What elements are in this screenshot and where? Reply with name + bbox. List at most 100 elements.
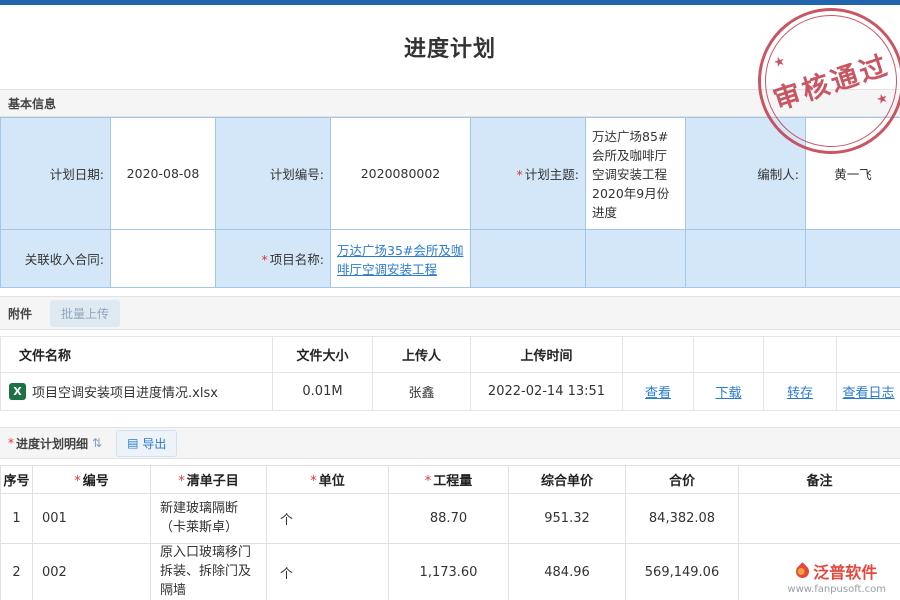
file-size: 0.01M <box>273 373 373 411</box>
page-title: 进度计划 <box>404 31 496 63</box>
col-seq: 序号 <box>1 466 33 494</box>
required-mark: * <box>425 474 432 489</box>
vendor-name: 泛普软件 <box>813 559 877 583</box>
cell-unit: 个 <box>267 494 389 544</box>
col-total-label: 合价 <box>669 474 695 489</box>
basic-info-section-header: 基本信息 <box>0 89 900 117</box>
file-action-cell: 查看 <box>623 373 694 411</box>
cell-total: 84,382.08 <box>626 494 739 544</box>
detail-section-header: * 进度计划明细 ⇅ ▤ 导出 <box>0 427 900 459</box>
col-remark-label: 备注 <box>806 474 832 489</box>
author-label-cell: 编制人: <box>686 118 806 230</box>
cell-unit: 个 <box>267 544 389 600</box>
project-label: 项目名称: <box>270 252 324 267</box>
col-price-label: 综合单价 <box>541 474 593 489</box>
contract-label: 关联收入合同: <box>25 252 104 267</box>
col-uploader: 上传人 <box>373 337 471 373</box>
col-total: 合价 <box>626 466 739 494</box>
subject-value: 万达广场85#会所及咖啡厅空调安装工程2020年9月份进度 <box>586 118 686 230</box>
detail-table: 序号 *编号 *清单子目 *单位 *工程量 综合单价 合价 备注 1 001 新… <box>0 465 900 600</box>
spacer <box>0 288 900 296</box>
excel-file-icon: X <box>9 383 26 400</box>
contract-value <box>111 230 216 288</box>
attachments-section-header: 附件 批量上传 <box>0 296 900 330</box>
required-mark: * <box>74 474 81 489</box>
download-link[interactable]: 下载 <box>715 386 741 401</box>
vendor-url: www.fanpusoft.com <box>787 584 886 595</box>
cell-total: 569,149.06 <box>626 544 739 600</box>
project-label-cell: *项目名称: <box>216 230 331 288</box>
col-qty-label: 工程量 <box>433 474 472 489</box>
plan-date-label-cell: 计划日期: <box>1 118 111 230</box>
col-actions <box>764 337 837 373</box>
required-mark: * <box>310 474 317 489</box>
view-link[interactable]: 查看 <box>645 386 671 401</box>
project-value-cell: 万达广场35#会所及咖啡厅空调安装工程 <box>331 230 471 288</box>
file-name-cell: X 项目空调安装项目进度情况.xlsx <box>1 373 273 411</box>
progress-plan-page: 进度计划 ★ ★ 审核通过 基本信息 计划日期: 2020-08-08 计划编号… <box>0 0 900 600</box>
col-file-name: 文件名称 <box>1 337 273 373</box>
plan-no-label-cell: 计划编号: <box>216 118 331 230</box>
title-area: 进度计划 <box>0 5 900 89</box>
attachments-header-row: 文件名称 文件大小 上传人 上传时间 <box>1 337 900 373</box>
col-file-size: 文件大小 <box>273 337 373 373</box>
file-upload-time: 2022-02-14 13:51 <box>471 373 623 411</box>
col-actions <box>837 337 900 373</box>
col-seq-label: 序号 <box>3 474 29 489</box>
file-uploader: 张鑫 <box>373 373 471 411</box>
spacer <box>0 411 900 427</box>
cell-code: 002 <box>33 544 151 600</box>
col-item-label: 清单子目 <box>187 474 239 489</box>
col-unit: *单位 <box>267 466 389 494</box>
file-action-cell: 查看日志 <box>837 373 900 411</box>
col-qty: *工程量 <box>389 466 509 494</box>
empty-cell <box>471 230 586 288</box>
basic-info-section-title: 基本信息 <box>8 95 56 112</box>
detail-section-title: 进度计划明细 <box>16 435 88 452</box>
author-value: 黄一飞 <box>806 118 900 230</box>
export-label: 导出 <box>142 435 166 452</box>
cell-qty: 1,173.60 <box>389 544 509 600</box>
cell-code: 001 <box>33 494 151 544</box>
col-unit-label: 单位 <box>319 474 345 489</box>
plan-no-label: 计划编号: <box>270 167 324 182</box>
col-remark: 备注 <box>739 466 900 494</box>
required-mark: * <box>8 436 14 450</box>
table-row: 2 002 原入口玻璃移门拆装、拆除门及隔墙 个 1,173.60 484.96… <box>1 544 900 600</box>
cell-seq: 2 <box>1 544 33 600</box>
subject-label-cell: *计划主题: <box>471 118 586 230</box>
author-label: 编制人: <box>757 167 799 182</box>
subject-label: 计划主题: <box>525 167 579 182</box>
export-button[interactable]: ▤ 导出 <box>116 430 177 457</box>
export-icon: ▤ <box>127 436 138 450</box>
cell-seq: 1 <box>1 494 33 544</box>
col-code: *编号 <box>33 466 151 494</box>
col-actions <box>694 337 764 373</box>
file-name: 项目空调安装项目进度情况.xlsx <box>32 382 218 401</box>
cell-price: 484.96 <box>509 544 626 600</box>
attachments-table: 文件名称 文件大小 上传人 上传时间 X 项目空调安装项目进度情况.xlsx 0… <box>0 336 900 411</box>
col-item: *清单子目 <box>151 466 267 494</box>
batch-upload-button[interactable]: 批量上传 <box>50 300 120 327</box>
cell-item: 原入口玻璃移门拆装、拆除门及隔墙 <box>151 544 267 600</box>
plan-date-label: 计划日期: <box>50 167 104 182</box>
attachments-section-title: 附件 <box>8 305 32 322</box>
empty-cell <box>686 230 806 288</box>
cell-item: 新建玻璃隔断（卡莱斯卓） <box>151 494 267 544</box>
plan-date-value: 2020-08-08 <box>111 118 216 230</box>
col-code-label: 编号 <box>83 474 109 489</box>
cell-price: 951.32 <box>509 494 626 544</box>
basic-info-table: 计划日期: 2020-08-08 计划编号: 2020080002 *计划主题:… <box>0 117 900 288</box>
vendor-logo: 泛普软件 www.fanpusoft.com <box>787 559 886 595</box>
save-as-link[interactable]: 转存 <box>787 386 813 401</box>
plan-no-value: 2020080002 <box>331 118 471 230</box>
sort-icon[interactable]: ⇅ <box>92 436 102 450</box>
view-log-link[interactable]: 查看日志 <box>842 386 894 401</box>
file-action-cell: 下载 <box>694 373 764 411</box>
col-upload-time: 上传时间 <box>471 337 623 373</box>
required-mark: * <box>262 252 268 267</box>
table-row: 1 001 新建玻璃隔断（卡莱斯卓） 个 88.70 951.32 84,382… <box>1 494 900 544</box>
project-link[interactable]: 万达广场35#会所及咖啡厅空调安装工程 <box>337 243 463 277</box>
flame-icon <box>793 562 811 580</box>
col-actions <box>623 337 694 373</box>
